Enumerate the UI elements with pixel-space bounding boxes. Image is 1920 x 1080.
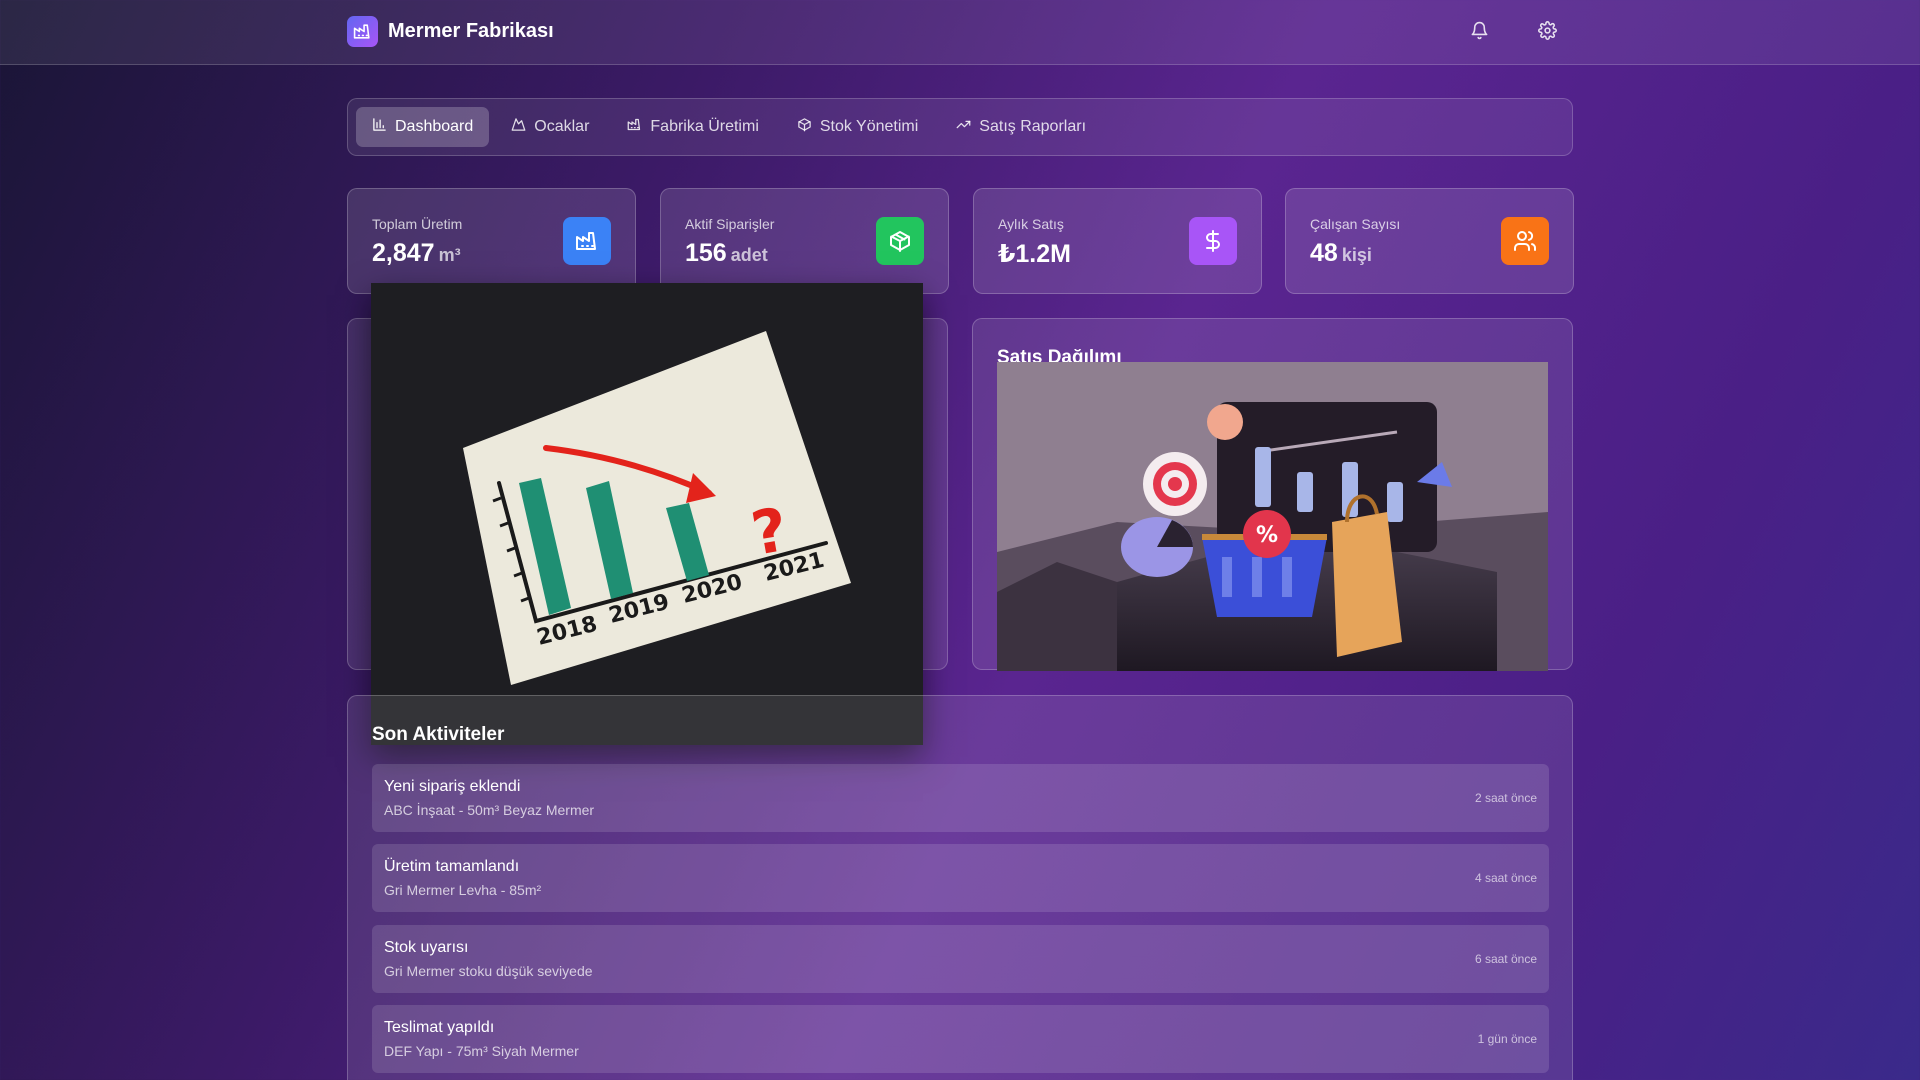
dollar-icon (1189, 217, 1237, 265)
tab-stok-yonetimi[interactable]: Stok Yönetimi (781, 107, 934, 147)
trending-up-icon (956, 117, 971, 137)
tab-dashboard[interactable]: Dashboard (356, 107, 490, 147)
tab-label: Dashboard (395, 118, 474, 135)
bell-icon (1470, 21, 1489, 45)
activity-title: Teslimat yapıldı (384, 1019, 495, 1036)
activity-subtitle: DEF Yapı - 75m³ Siyah Mermer (384, 1043, 579, 1059)
bar-chart-icon (372, 117, 387, 137)
package-icon (797, 117, 812, 137)
activity-subtitle: Gri Mermer Levha - 85m² (384, 882, 542, 898)
app-title: Mermer Fabrikası (388, 20, 554, 42)
stat-number: ₺1.2M (998, 240, 1071, 268)
activity-title: Stok uyarısı (384, 939, 469, 956)
mountain-icon (511, 117, 526, 137)
gear-icon (1537, 21, 1557, 45)
activity-time: 2 saat önce (1474, 791, 1537, 805)
svg-text:%: % (1256, 523, 1278, 548)
main-nav: Dashboard Ocaklar Fabrika Üretimi Stok Y… (347, 98, 1573, 156)
activity-time: 4 saat önce (1474, 871, 1537, 885)
factory-icon (627, 117, 642, 137)
tab-label: Ocaklar (534, 118, 590, 135)
tab-fabrika-uretimi[interactable]: Fabrika Üretimi (611, 107, 774, 147)
stat-label: Toplam Üretim (372, 216, 463, 232)
stat-card-active-orders: Aktif Siparişler 156 adet (660, 188, 949, 294)
factory-icon (563, 217, 611, 265)
tab-satis-raporlari[interactable]: Satış Raporları (940, 107, 1102, 147)
activity-subtitle: Gri Mermer stoku düşük seviyede (384, 963, 593, 979)
stat-label: Aktif Siparişler (685, 216, 775, 232)
activity-item[interactable]: Yeni sipariş eklendi ABC İnşaat - 50m³ B… (372, 764, 1549, 832)
stat-value: 156 adet (685, 239, 768, 268)
panel-title: Son Aktiviteler (372, 724, 505, 745)
stat-value: ₺1.2M (998, 239, 1071, 269)
package-icon (876, 217, 924, 265)
tab-label: Satış Raporları (979, 118, 1087, 135)
stat-number: 156 (685, 239, 727, 267)
activity-item[interactable]: Teslimat yapıldı DEF Yapı - 75m³ Siyah M… (372, 1005, 1549, 1073)
activity-time: 1 gün önce (1477, 1032, 1537, 1046)
stat-unit: m³ (438, 245, 461, 265)
settings-button[interactable] (1533, 19, 1561, 47)
tab-ocaklar[interactable]: Ocaklar (495, 107, 605, 147)
activity-item[interactable]: Stok uyarısı Gri Mermer stoku düşük sevi… (372, 925, 1549, 993)
users-icon (1501, 217, 1549, 265)
declining-trend-photo: ? 2018 2019 2020 2021 (371, 283, 923, 745)
tab-label: Stok Yönetimi (819, 118, 919, 135)
stat-value: 2,847 m³ (372, 239, 461, 268)
activity-title: Üretim tamamlandı (384, 858, 520, 875)
stat-card-employee-count: Çalışan Sayısı 48 kişi (1285, 188, 1574, 294)
activity-time: 6 saat önce (1474, 952, 1537, 966)
stat-card-total-production: Toplam Üretim 2,847 m³ (347, 188, 636, 294)
shopping-illustration-image: % (997, 362, 1548, 671)
notifications-button[interactable] (1465, 19, 1493, 47)
stat-label: Aylık Satış (998, 216, 1064, 232)
tab-label: Fabrika Üretimi (650, 118, 759, 135)
stat-value: 48 kişi (1310, 239, 1372, 268)
stat-number: 2,847 (372, 239, 435, 267)
stat-unit: kişi (1341, 245, 1372, 265)
activity-title: Yeni sipariş eklendi (384, 778, 521, 795)
stat-label: Çalışan Sayısı (1310, 216, 1401, 232)
factory-icon (347, 16, 378, 47)
activity-item[interactable]: Üretim tamamlandı Gri Mermer Levha - 85m… (372, 844, 1549, 912)
brand[interactable]: Mermer Fabrikası (347, 16, 554, 47)
activity-subtitle: ABC İnşaat - 50m³ Beyaz Mermer (384, 802, 595, 818)
top-header: Mermer Fabrikası (0, 0, 1920, 65)
stat-unit: adet (730, 245, 768, 265)
stat-number: 48 (1310, 239, 1338, 267)
stat-card-monthly-sales: Aylık Satış ₺1.2M (973, 188, 1262, 294)
